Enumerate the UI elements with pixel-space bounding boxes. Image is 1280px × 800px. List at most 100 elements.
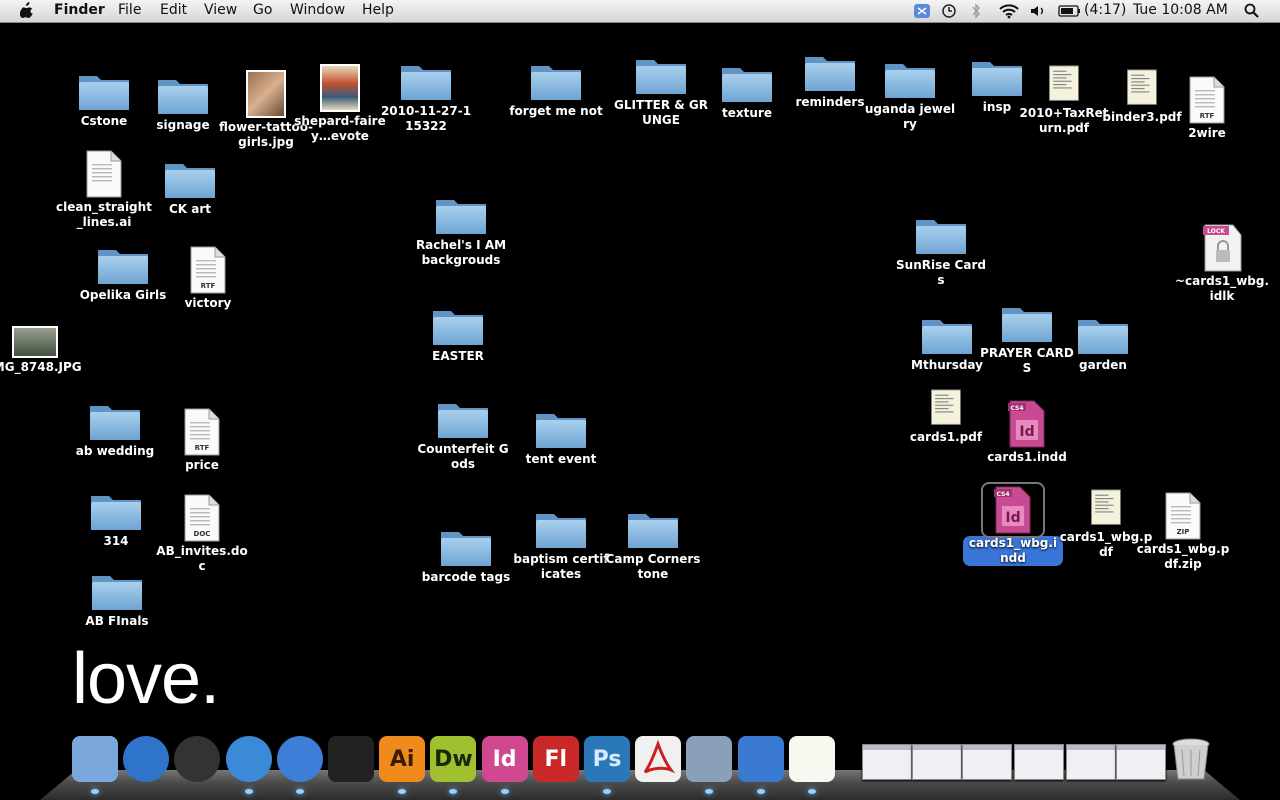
trash-icon[interactable] (1168, 736, 1214, 782)
desktop-item-rtf[interactable]: RTF victory (153, 246, 263, 312)
rtf-file-icon: RTF (1152, 76, 1262, 124)
minimized-window[interactable] (1066, 744, 1116, 780)
desktop-item-indd[interactable]: CS4 Id cards1.indd (972, 400, 1082, 466)
indesign-icon[interactable]: Id (481, 736, 528, 782)
svg-text:LOCK: LOCK (1207, 228, 1225, 235)
desktop-item-folder[interactable]: tent event (506, 408, 616, 468)
acrobat-icon[interactable] (635, 736, 682, 782)
desktop-item-label: ~cards1_wbg.idlk (1174, 274, 1270, 303)
folder-file-icon (408, 398, 518, 440)
running-indicator (295, 789, 304, 794)
menu-help[interactable]: Help (362, 2, 394, 18)
running-indicator (756, 789, 765, 794)
dreamweaver-icon[interactable]: Dw (430, 736, 477, 782)
iphoto-icon[interactable] (328, 736, 374, 782)
battery-icon[interactable] (1058, 3, 1082, 19)
wifi-icon[interactable] (998, 3, 1020, 19)
desktop-item-folder[interactable]: Counterfeit Gods (408, 398, 518, 473)
desktop-item-folder[interactable]: CK art (135, 158, 245, 218)
desktop-item-label: Cstone (80, 114, 128, 128)
indd-file-icon: CS4 Id (972, 400, 1082, 448)
minimized-window[interactable] (1014, 744, 1064, 780)
desktop-item-label: 2010-11-27-115322 (380, 104, 472, 133)
desktop-item-label: Camp Cornerstone (605, 552, 701, 581)
time-machine-icon[interactable] (940, 3, 958, 19)
itunes-icon[interactable] (276, 736, 323, 782)
desktop-item-label: victory (184, 296, 232, 310)
desktop-item-label: texture (722, 106, 772, 120)
desktop-item-label: cards1_wbg.pdf.zip (1136, 542, 1230, 571)
desktop-item-folder[interactable]: forget me not (501, 60, 611, 120)
minimized-window[interactable] (912, 744, 962, 780)
desktop-item-folder[interactable]: Rachel's I AM backgrouds (406, 194, 516, 269)
folder-file-icon (506, 408, 616, 450)
svg-text:DOC: DOC (194, 530, 211, 538)
desktop-item-folder[interactable]: Camp Cornerstone (598, 508, 708, 583)
folder-file-icon (371, 60, 481, 102)
minimized-window[interactable] (962, 744, 1012, 780)
folder-file-icon (886, 214, 996, 256)
desktop-item-folder[interactable]: barcode tags (411, 526, 521, 586)
dropbox-status-icon[interactable] (913, 3, 931, 19)
menu-file[interactable]: File (118, 2, 141, 18)
menu-clock[interactable]: Tue 10:08 AM (1133, 2, 1228, 18)
volume-icon[interactable] (1030, 3, 1046, 19)
menu-view[interactable]: View (204, 2, 237, 18)
bluetooth-icon[interactable] (970, 3, 982, 19)
preview-icon[interactable] (686, 736, 733, 782)
folder-file-icon (411, 526, 521, 568)
desktop-item-label: tent event (525, 452, 597, 466)
menu-window[interactable]: Window (290, 2, 345, 18)
textedit-icon[interactable] (788, 736, 835, 782)
folder-file-icon (135, 158, 245, 200)
desktop-item-label: baptism certificates (513, 552, 609, 581)
minimized-window[interactable] (862, 744, 912, 780)
app-store-icon[interactable] (123, 736, 170, 782)
desktop-item-folder[interactable]: garden (1048, 314, 1158, 374)
folder-file-icon (406, 194, 516, 236)
menu-edit[interactable]: Edit (160, 2, 187, 18)
svg-text:CS4: CS4 (996, 491, 1009, 498)
desktop-item-folder[interactable]: EASTER (403, 305, 513, 365)
running-indicator (807, 789, 816, 794)
safari-icon[interactable] (225, 736, 272, 782)
battery-time[interactable]: (4:17) (1084, 2, 1126, 18)
desktop-item-label: AB FInals (85, 614, 149, 628)
finder-app-menu[interactable]: Finder (54, 2, 105, 18)
desktop-item-doc[interactable]: DOC AB_invites.doc (147, 494, 257, 575)
spotlight-search-icon[interactable] (1244, 3, 1260, 19)
desktop-item-rtf[interactable]: RTF price (147, 408, 257, 474)
minimized-window[interactable] (1116, 744, 1166, 780)
svg-text:CS4: CS4 (1010, 405, 1023, 412)
menu-bar: Finder File Edit View Go Window Help (4:… (0, 0, 1280, 23)
desktop-item-folder[interactable]: 2010-11-27-115322 (371, 60, 481, 135)
doc-file-icon: DOC (147, 494, 257, 542)
folder-file-icon (62, 570, 172, 612)
desktop-item-folder[interactable]: SunRise Cards (886, 214, 996, 289)
desktop-item-image[interactable]: IMG_8748.JPG (0, 326, 90, 376)
flash-icon[interactable]: Fl (532, 736, 579, 782)
folder-file-icon (403, 305, 513, 347)
wallpaper-text: love. (72, 639, 220, 719)
desktop-item-label: 2wire (1188, 126, 1226, 140)
folder-file-icon (598, 508, 708, 550)
desktop-item-label: cards1_wbg.indd (963, 536, 1063, 566)
desktop-item-zip[interactable]: ZIP cards1_wbg.pdf.zip (1128, 492, 1238, 573)
desktop-item-lock[interactable]: LOCK ~cards1_wbg.idlk (1167, 224, 1277, 305)
desktop-item-label: IMG_8748.JPG (0, 360, 82, 374)
photoshop-icon[interactable]: Ps (584, 736, 630, 782)
desktop-item-label: signage (156, 118, 210, 132)
desktop-item-label: CK art (168, 202, 212, 216)
illustrator-icon[interactable]: Ai (379, 736, 426, 782)
word-icon[interactable] (737, 736, 784, 782)
rtf-file-icon: RTF (147, 408, 257, 456)
svg-text:RTF: RTF (201, 282, 216, 290)
svg-text:RTF: RTF (1200, 112, 1215, 120)
desktop-item-folder[interactable]: AB FInals (62, 570, 172, 630)
dock: Ai Dw Id Fl Ps (0, 730, 1280, 800)
image-file-icon (0, 326, 90, 358)
apple-menu-icon[interactable] (20, 2, 34, 18)
finder-icon[interactable] (72, 736, 118, 782)
desktop-item-rtf[interactable]: RTF 2wire (1152, 76, 1262, 142)
menu-go[interactable]: Go (253, 2, 272, 18)
